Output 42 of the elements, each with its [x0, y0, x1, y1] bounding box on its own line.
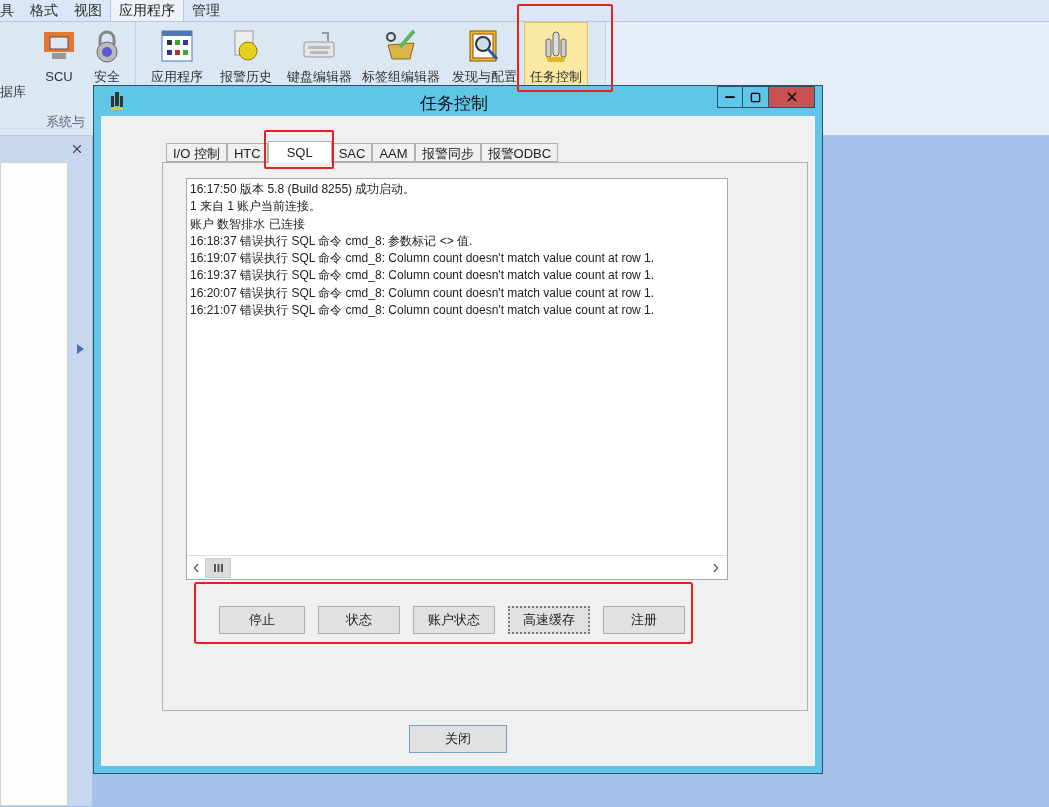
ribbon-tab[interactable]: 应用程序 — [110, 0, 184, 21]
highlight-box — [264, 130, 334, 169]
action-button[interactable]: 状态 — [318, 606, 400, 634]
ribbon-tab[interactable]: 具 — [0, 0, 22, 21]
maximize-icon — [750, 91, 761, 103]
dialog-tab[interactable]: AAM — [372, 143, 415, 162]
log-line: 16:19:37 错误执行 SQL 命令 cmd_8: Column count doesn't match value count at row 1. — [190, 267, 655, 285]
log-line: 16:19:07 错误执行 SQL 命令 cmd_8: Column count doesn't match value count at row 1. — [190, 250, 655, 268]
close-icon[interactable] — [70, 142, 84, 156]
dialog-tab[interactable]: 报警同步 — [414, 143, 481, 162]
ribbon-tab[interactable]: 视图 — [66, 0, 110, 21]
log-line: 账户 数智排水 已连接 — [190, 215, 305, 233]
minimize-button[interactable] — [717, 86, 743, 108]
log-line: 16:18:37 错误执行 SQL 命令 cmd_8: 参数标记 <> 值. — [190, 232, 473, 250]
group-label: 系统与 — [46, 113, 86, 131]
basket-pencil-icon — [384, 29, 418, 63]
dialog-tab[interactable]: 报警ODBC — [480, 143, 559, 162]
grip-icon — [213, 563, 223, 572]
action-button[interactable]: 高速缓存 — [508, 606, 590, 634]
expand-arrow-icon[interactable] — [76, 344, 84, 354]
log-line: 16:17:50 版本 5.8 (Build 8255) 成功启动。 — [190, 181, 416, 198]
action-button[interactable]: 注册 — [603, 606, 685, 634]
log-line: 16:20:07 错误执行 SQL 命令 cmd_8: Column count doesn't match value count at row 1. — [190, 284, 655, 302]
close-dialog-button[interactable]: 关闭 — [409, 725, 507, 753]
scroll-thumb[interactable] — [205, 557, 231, 578]
window-title: 任务控制 — [420, 93, 488, 115]
rocket-icon — [110, 91, 124, 111]
log-line: 1 来自 1 账户当前连接。 — [190, 198, 322, 216]
ribbon-tab[interactable]: 格式 — [22, 0, 66, 21]
ribbon-tab[interactable]: 管理 — [184, 0, 228, 21]
ribbon-button[interactable]: SCU — [36, 22, 82, 102]
dialog-tab[interactable]: SQL — [267, 141, 332, 163]
magnifier-grid-icon — [467, 29, 501, 63]
grid-window-icon — [160, 29, 194, 63]
dialog-tab[interactable]: HTC — [226, 143, 268, 162]
log-line: 16:21:07 错误执行 SQL 命令 cmd_8: Column count doesn't match value count at row 1. — [190, 302, 655, 320]
dialog-tab[interactable]: I/O 控制 — [166, 143, 227, 162]
ribbon-label: 据库 — [0, 83, 27, 101]
horizontal-scrollbar[interactable] — [187, 555, 727, 579]
dialog-tab[interactable]: SAC — [331, 143, 373, 162]
action-button[interactable]: 账户状态 — [413, 606, 495, 634]
action-button[interactable]: 停止 — [219, 606, 305, 634]
